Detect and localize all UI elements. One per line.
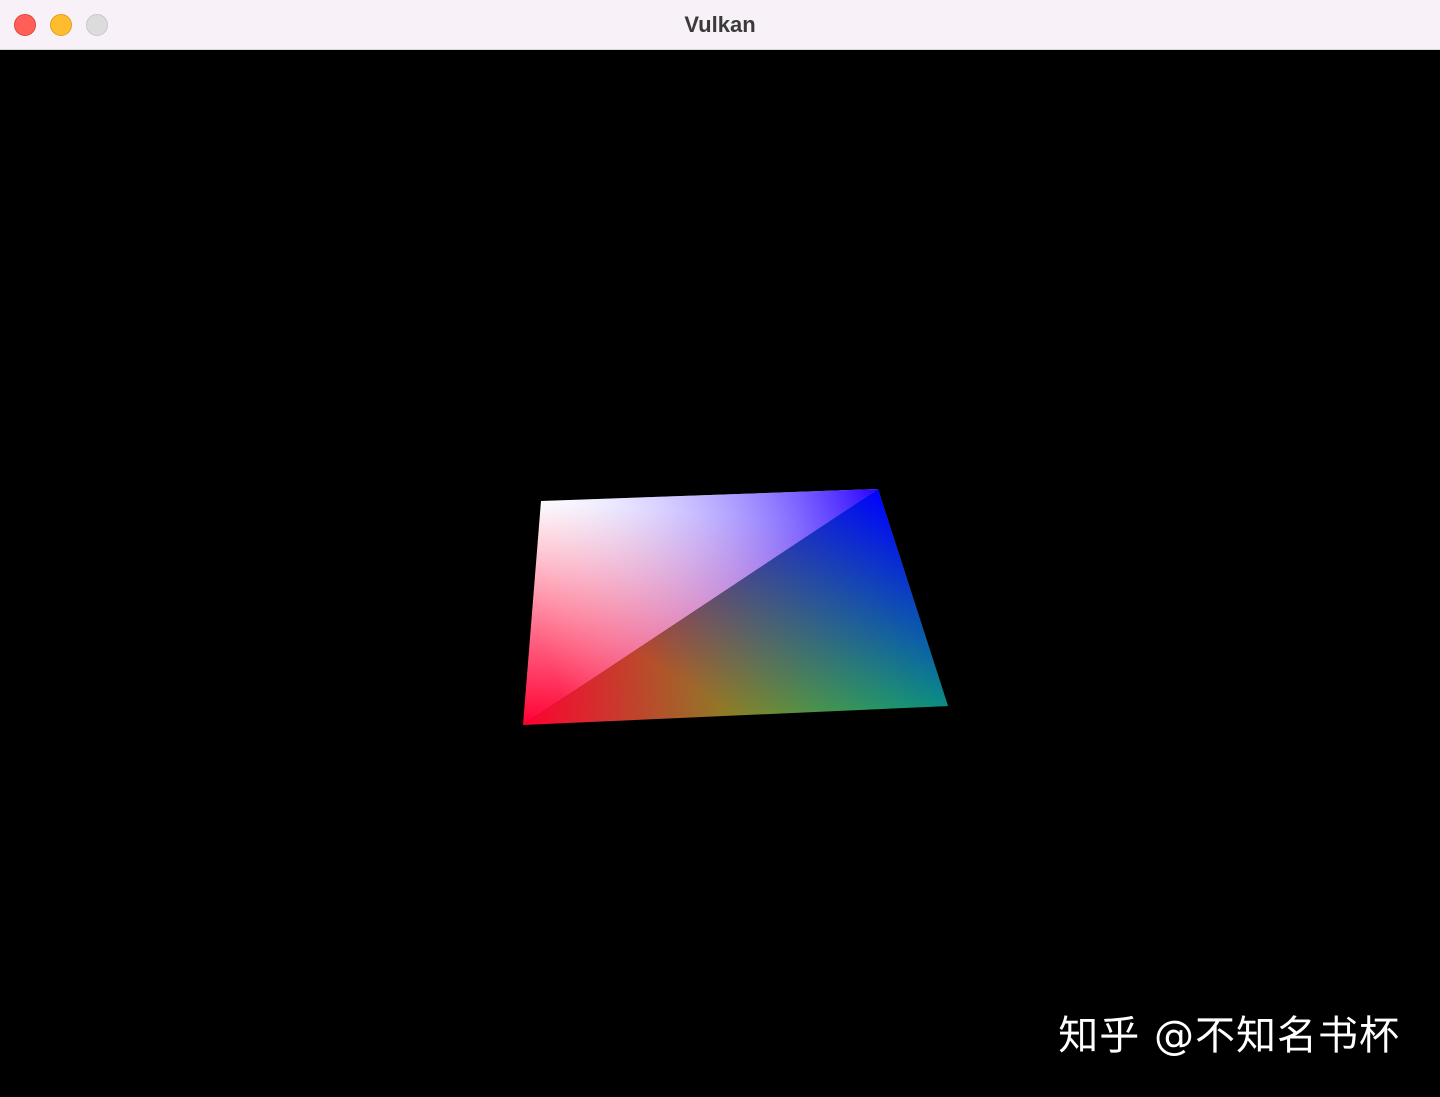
watermark-text: 知乎 @不知名书杯: [1058, 1013, 1400, 1059]
title-bar[interactable]: Vulkan: [0, 0, 1440, 50]
colored-quad: [523, 489, 948, 725]
render-canvas: [523, 489, 948, 725]
window-title: Vulkan: [684, 12, 756, 37]
render-viewport: 知乎 @不知名书杯: [0, 50, 1440, 1097]
app-window: Vulkan 知乎 @不知名书杯: [0, 0, 1440, 1097]
